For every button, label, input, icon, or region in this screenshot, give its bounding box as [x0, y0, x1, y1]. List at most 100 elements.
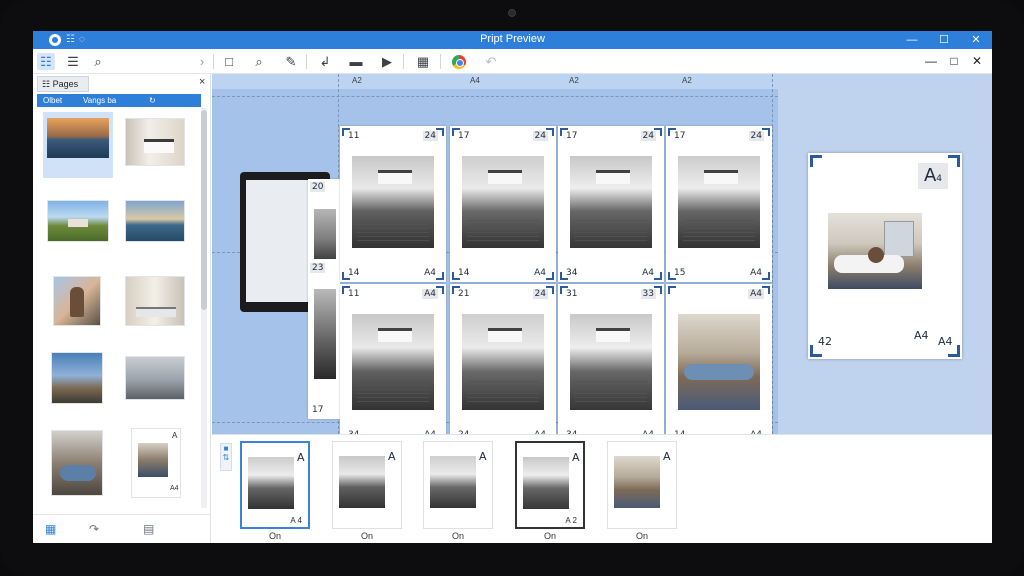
page-thumbnail[interactable]: [53, 276, 101, 326]
photo-house: [704, 170, 738, 184]
page-thumbnail[interactable]: [125, 118, 185, 166]
crop-corner[interactable]: [810, 155, 822, 167]
preview-page[interactable]: A4 42 A4 A4: [808, 153, 962, 359]
page-sheet[interactable]: A414A4: [666, 284, 772, 434]
refresh-icon[interactable]: ↻: [149, 94, 156, 107]
doc-minimize-button[interactable]: —: [921, 54, 941, 68]
page-thumbnail[interactable]: [125, 276, 185, 326]
crop-corner[interactable]: [948, 155, 960, 167]
page-thumbnail[interactable]: [47, 200, 109, 242]
export-icon[interactable]: ▶: [378, 53, 396, 70]
preview-canvas[interactable]: A2 A4 A2 A2 20 23 17 11 24 14 A4 17 24 1…: [212, 74, 778, 434]
photo-house: [68, 219, 88, 227]
edit-icon[interactable]: ↲: [316, 53, 334, 70]
page-number-label: 34: [566, 268, 578, 278]
page-photo-house: [352, 156, 434, 248]
toolbar: ☷ ☰ ⌕ › □ ⌕ ✎ ↲ ▬ ▶ ▦ ↶ — □ ✕: [33, 49, 992, 74]
page-number-label: 11: [348, 131, 360, 141]
chevron-right-icon[interactable]: ›: [193, 53, 211, 70]
page-thumbnail[interactable]: [51, 430, 103, 496]
crop-corner[interactable]: [654, 272, 662, 280]
page-thumbnail-selected[interactable]: [43, 112, 113, 178]
undo-icon[interactable]: ↶: [482, 53, 500, 70]
doc-restore-button[interactable]: □: [944, 54, 964, 68]
partial-page-sheet[interactable]: 20 23 17: [308, 179, 340, 419]
pages-panel: ☷ Pages × Olbet Vangs ba ↻ A A4 ▦ ↷ ▤: [33, 74, 211, 543]
page-number-label: 15: [674, 268, 686, 278]
redo-icon[interactable]: ↷: [89, 522, 99, 536]
minimize-button[interactable]: —: [898, 32, 926, 48]
filmstrip-paper-label: A: [572, 451, 580, 464]
pages-view-icon[interactable]: ▦: [45, 522, 56, 536]
doc-close-button[interactable]: ✕: [967, 54, 987, 68]
page-sheet[interactable]: 17 24 14 A4: [450, 126, 556, 282]
filmstrip-page-thumbnail[interactable]: A: [423, 441, 493, 529]
folder-icon[interactable]: ▬: [347, 53, 365, 70]
page-number-label: 24: [422, 131, 438, 141]
page-photo-house: [352, 314, 434, 410]
crop-corner[interactable]: [546, 272, 554, 280]
ruler-label: A4: [470, 76, 480, 85]
page-thumbnail[interactable]: [51, 352, 103, 404]
filmstrip-page-thumbnail[interactable]: A: [607, 441, 677, 529]
thumb-label: A4: [170, 485, 179, 492]
search-icon[interactable]: ⌕: [250, 53, 268, 70]
page-number-label: 24: [532, 131, 548, 141]
page-number-label: 17: [674, 131, 686, 141]
brush-icon[interactable]: ✎: [282, 53, 300, 70]
page-thumbnail[interactable]: A A4: [131, 428, 181, 498]
guide-line: [772, 74, 773, 434]
pages-panel-footer: ▦ ↷ ▤: [33, 514, 211, 543]
paper-size-label: A4: [424, 268, 436, 278]
crop-corner[interactable]: [762, 272, 770, 280]
page-sheet[interactable]: 17 24 15 A4: [666, 126, 772, 282]
photo-caption-lines: [356, 220, 430, 241]
page-photo-house: [570, 314, 652, 410]
page-photo: [314, 289, 336, 379]
close-button[interactable]: ✕: [962, 32, 990, 48]
page-sheet[interactable]: 11A434A4: [340, 284, 446, 434]
zoom-page-icon[interactable]: ⌕: [89, 53, 107, 70]
grid-icon[interactable]: ▦: [414, 53, 432, 70]
tab-pages[interactable]: ☷ Pages: [37, 76, 89, 92]
crop-corner[interactable]: [668, 286, 676, 294]
page-setup-icon[interactable]: ☰: [64, 53, 82, 70]
photo-house: [378, 170, 412, 184]
filmstrip-square-icon[interactable]: ■: [221, 444, 231, 453]
page-thumbnail[interactable]: [125, 200, 185, 242]
filmstrip-page-thumbnail[interactable]: A A 2: [515, 441, 585, 529]
page-thumbnail[interactable]: [125, 356, 185, 400]
page-sheet[interactable]: 313334A4: [558, 284, 664, 434]
filmstrip-sort-icon[interactable]: ⇅: [221, 453, 231, 462]
filmstrip-controls[interactable]: ■ ⇅: [220, 443, 232, 471]
photo-person: [868, 247, 884, 263]
photo-person: [70, 287, 84, 317]
page-photo-house: [462, 156, 544, 248]
page-sheet[interactable]: 17 24 34 A4: [558, 126, 664, 282]
page-sheet[interactable]: 212424A4: [450, 284, 556, 434]
page-sheet[interactable]: 11 24 14 A4: [340, 126, 446, 282]
page-number-label: A4: [422, 289, 438, 299]
layout-grid-icon[interactable]: ☷: [37, 53, 55, 70]
window-title: Pript Preview: [480, 33, 545, 45]
filter-option-vangs[interactable]: Vangs ba: [83, 94, 116, 107]
pages-scrollbar[interactable]: [201, 108, 207, 508]
filmstrip-paper-label: A: [297, 451, 305, 464]
scrollbar-thumb[interactable]: [201, 110, 207, 310]
filmstrip-page-thumbnail[interactable]: A: [332, 441, 402, 529]
page-number-label: 31: [566, 289, 578, 299]
crop-corner[interactable]: [436, 272, 444, 280]
page-icon[interactable]: □: [220, 53, 238, 70]
thumb-label: A: [172, 431, 178, 440]
maximize-button[interactable]: ☐: [930, 32, 958, 48]
photo-caption-lines: [682, 220, 756, 241]
filter-option-olbet[interactable]: Olbet: [43, 94, 62, 107]
close-icon[interactable]: ×: [199, 76, 205, 88]
title-bar: ☷ ◌ Pript Preview — ☐ ✕: [33, 31, 992, 49]
filmstrip-page-thumbnail[interactable]: A A 4: [240, 441, 310, 529]
page-list-icon[interactable]: ▤: [143, 522, 154, 536]
page-number-label: 17: [312, 405, 324, 415]
photo-house: [378, 328, 412, 342]
chrome-icon[interactable]: [452, 55, 466, 69]
photo-sofa: [136, 307, 176, 317]
